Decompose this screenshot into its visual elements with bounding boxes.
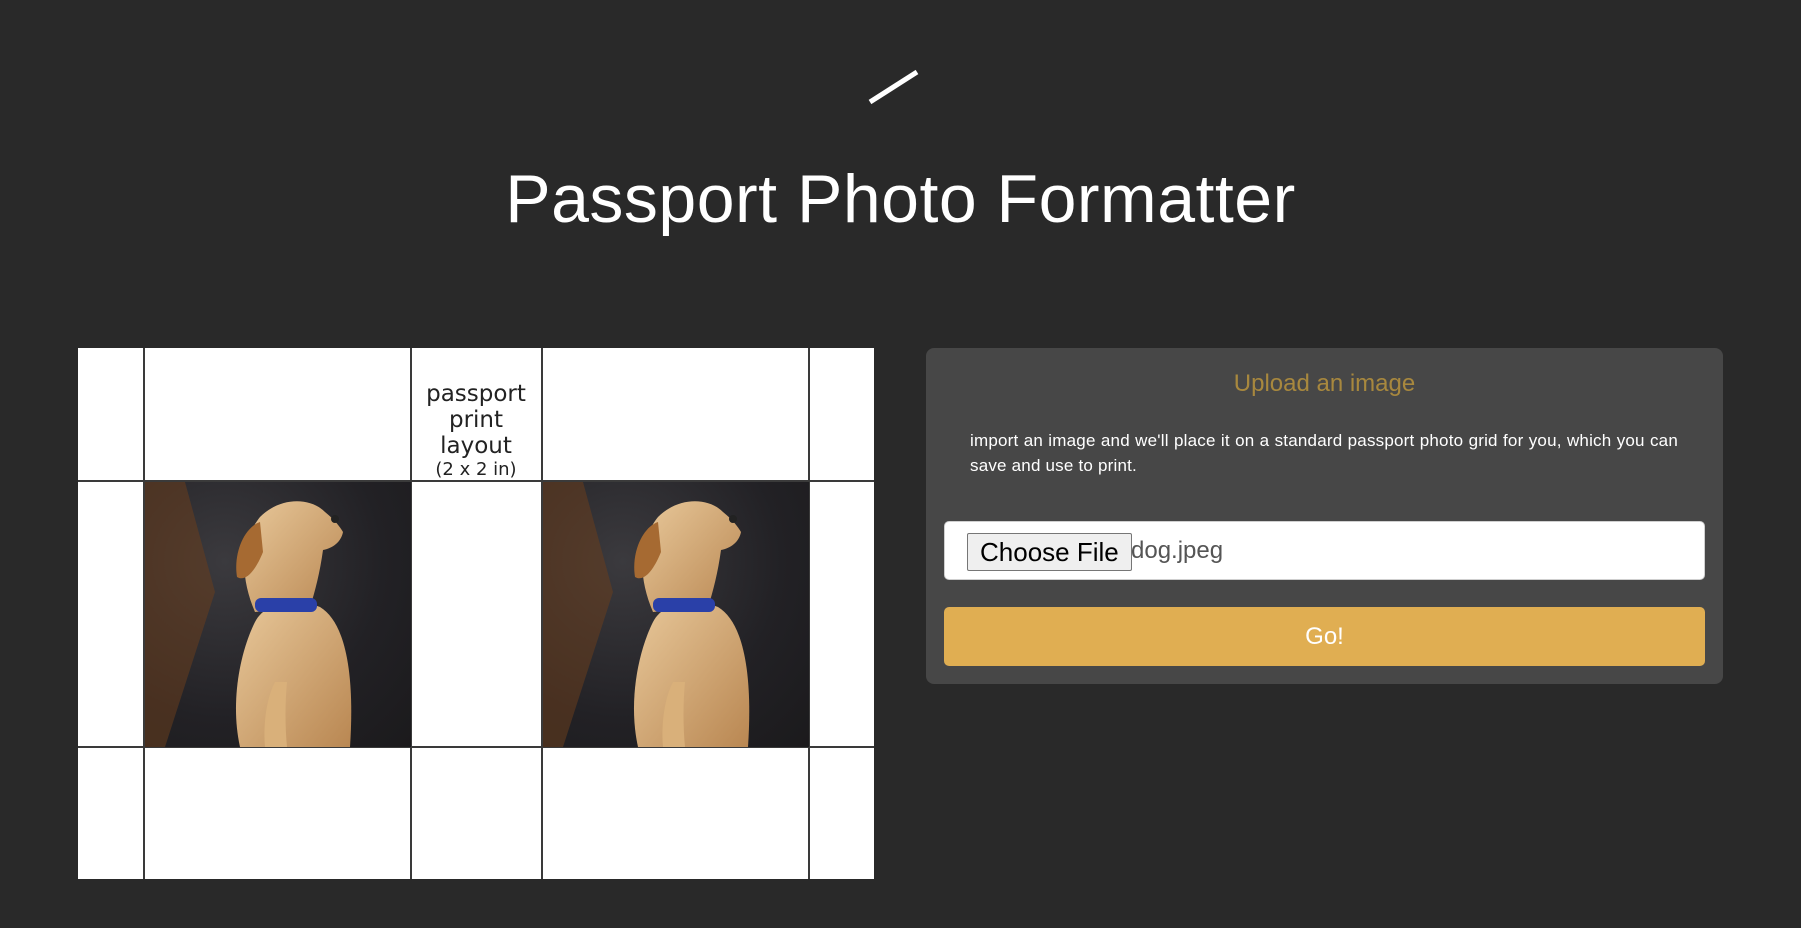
- file-input[interactable]: Choose File dog.jpeg: [944, 521, 1705, 580]
- passport-grid-preview: passport print layout (2 x 2 in): [78, 348, 874, 879]
- slash-logo-icon: [868, 69, 919, 105]
- dog-photo: [145, 482, 411, 747]
- dog-photo: [543, 482, 809, 747]
- grid-label-line: passport: [426, 381, 526, 407]
- page-title: Passport Photo Formatter: [505, 161, 1296, 237]
- choose-file-button[interactable]: Choose File: [967, 533, 1132, 571]
- grid-label-dimensions: (2 x 2 in): [435, 459, 517, 480]
- upload-heading: Upload an image: [1233, 370, 1416, 397]
- dog-image: [543, 482, 750, 747]
- upload-description: import an image and we'll place it on a …: [970, 431, 1678, 475]
- upload-panel: Upload an image import an image and we'l…: [926, 348, 1723, 684]
- grid-label: passport print layout (2 x 2 in): [411, 381, 541, 481]
- dog-image: [145, 482, 352, 747]
- grid-label-line: print layout: [440, 407, 512, 459]
- go-button[interactable]: Go!: [944, 607, 1705, 666]
- selected-file-name: dog.jpeg: [1131, 537, 1224, 564]
